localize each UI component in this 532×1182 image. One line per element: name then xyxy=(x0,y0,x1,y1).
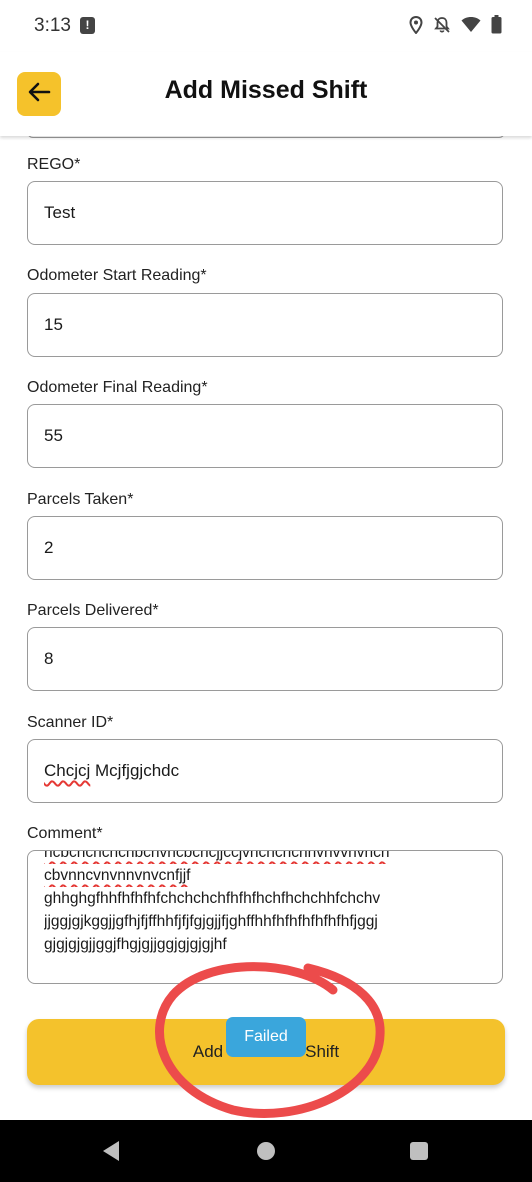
nav-recents-icon[interactable] xyxy=(410,1142,428,1160)
error-toast: Failed xyxy=(226,1017,306,1057)
comment-line-1: ncbcncncncnbcnvncbcncjjccjvncncncnnvnvvn… xyxy=(44,850,390,861)
nav-home-icon[interactable] xyxy=(257,1142,275,1160)
parcels-taken-label: Parcels Taken* xyxy=(27,491,134,508)
status-icons xyxy=(409,15,502,34)
comment-textarea[interactable]: ncbcncncncnbcnvncbcncjjccjvncncncnnvnvvn… xyxy=(27,850,503,984)
rego-label: REGO* xyxy=(27,156,81,173)
comment-label: Comment* xyxy=(27,825,103,842)
battery-icon xyxy=(491,15,502,34)
page-title: Add Missed Shift xyxy=(164,76,368,104)
wifi-icon xyxy=(461,16,481,33)
submit-label-left: Add xyxy=(192,1042,224,1061)
previous-field-edge xyxy=(27,136,505,138)
odometer-start-label: Odometer Start Reading* xyxy=(27,267,207,284)
parcels-delivered-label: Parcels Delivered* xyxy=(27,602,159,619)
location-icon xyxy=(409,15,423,34)
parcels-delivered-input[interactable]: 8 xyxy=(27,627,503,691)
app-bar: Add Missed Shift xyxy=(0,52,532,136)
comment-line-2: cbvnncvnvnnvnvcnfjjf xyxy=(44,867,191,884)
parcels-taken-input[interactable]: 2 xyxy=(27,516,503,580)
system-nav-bar xyxy=(0,1120,532,1182)
odometer-final-input[interactable]: 55 xyxy=(27,404,503,468)
parcels-delivered-value: 8 xyxy=(44,649,54,668)
comment-line-3: ghhghgfhhfhfhfhfchchchchfhfhfhchfhchchhf… xyxy=(44,890,381,907)
scanner-id-value: Chcjcj Mcjfjgjchdc xyxy=(44,761,179,781)
rego-input[interactable]: Test xyxy=(27,181,503,245)
odometer-start-input[interactable]: 15 xyxy=(27,293,503,357)
odometer-final-value: 55 xyxy=(44,426,63,445)
odometer-start-value: 15 xyxy=(44,315,63,334)
scanner-id-input[interactable]: Chcjcj Mcjfjgjchdc xyxy=(27,739,503,803)
comment-line-4: jjggjgjkggjjgfhjfjffhhfjfjfgjgjjfjghffhh… xyxy=(44,913,378,930)
submit-label-right: Shift xyxy=(305,1042,340,1061)
notifications-off-icon xyxy=(433,16,451,34)
form-scroll-area[interactable]: REGO* Test Odometer Start Reading* 15 Od… xyxy=(0,136,532,1120)
rego-value: Test xyxy=(44,203,76,222)
parcels-taken-value: 2 xyxy=(44,538,54,557)
comment-line-5: gjgjgjgjjggjfhgjgjjggjgjgjgjhf xyxy=(44,936,227,953)
scanner-id-value-part2: Mcjfjgjchdc xyxy=(90,761,180,780)
scanner-id-value-part1: Chcjcj xyxy=(44,761,91,780)
alert-icon: ! xyxy=(80,17,95,34)
status-time: 3:13 xyxy=(34,15,71,36)
status-bar: 3:13 ! xyxy=(0,0,532,52)
comment-value: ncbcncncncnbcnvncbcncjjccjvncncncnnvnvvn… xyxy=(44,850,488,956)
nav-back-icon[interactable] xyxy=(101,1140,121,1167)
odometer-final-label: Odometer Final Reading* xyxy=(27,379,208,396)
scanner-id-label: Scanner ID* xyxy=(27,714,114,731)
